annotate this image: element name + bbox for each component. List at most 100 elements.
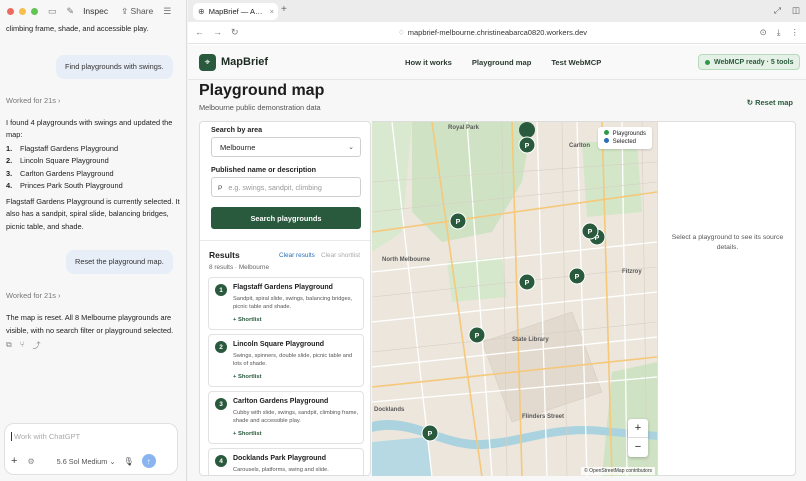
page-title: Playground map bbox=[199, 82, 325, 99]
panel-icon[interactable]: ☰ bbox=[163, 6, 171, 17]
composer-input[interactable]: Work with ChatGPT bbox=[11, 432, 80, 441]
divider bbox=[200, 240, 370, 241]
chevron-down-icon: ⌄ bbox=[348, 144, 354, 151]
mapbrief-logo-icon[interactable]: ⌖ bbox=[199, 54, 216, 71]
result-number: 4 bbox=[215, 455, 227, 467]
brand-name[interactable]: MapBrief bbox=[221, 56, 268, 68]
clear-shortlist-button[interactable]: Clear shortlist bbox=[321, 252, 360, 259]
area-select[interactable]: Melbourne ⌄ bbox=[211, 137, 361, 157]
assistant-message: I found 4 playgrounds with swings and up… bbox=[6, 117, 173, 140]
worked-for-indicator[interactable]: Worked for 21s › bbox=[6, 291, 181, 300]
download-icon[interactable]: ⤓ bbox=[777, 27, 781, 38]
zoom-in-button[interactable]: + bbox=[628, 419, 648, 438]
nav-playground-map[interactable]: Playground map bbox=[472, 58, 532, 67]
chat-transcript[interactable]: climbing frame, shade, and accessible pl… bbox=[0, 22, 187, 420]
add-attachment-icon[interactable]: + bbox=[11, 455, 17, 467]
chat-composer: Work with ChatGPT + ⚙ 5.6 Sol Medium ⌄ 🎙… bbox=[4, 423, 178, 475]
message-actions: ⧉ ⑂ ⤴ bbox=[6, 340, 181, 351]
browser-tab[interactable]: ⊕ MapBrief — A… × bbox=[193, 3, 278, 20]
copy-icon[interactable]: ⧉ bbox=[6, 340, 12, 351]
list-item-number: 2. bbox=[6, 156, 13, 165]
found-playground-list: 1. Flagstaff Gardens Playground 2. Lincoln… bbox=[6, 143, 181, 193]
playground-map[interactable]: Royal Park Carlton North Melbourne Fitzr… bbox=[372, 121, 657, 476]
description-search-input[interactable]: Pe.g. swings, sandpit, climbing bbox=[211, 177, 361, 197]
description-label: Published name or description bbox=[211, 165, 317, 174]
result-number: 2 bbox=[215, 341, 227, 353]
reset-map-button[interactable]: ↻ Reset map bbox=[747, 98, 793, 107]
shortlist-button[interactable]: + Shortlist bbox=[233, 374, 262, 380]
site-info-icon[interactable]: ♢ bbox=[398, 28, 405, 37]
list-item-number: 3. bbox=[6, 168, 13, 178]
browser-window: ⊕ MapBrief — A… × + ⤢ ◫ ← → ↻ ♢ mapbrief-… bbox=[188, 0, 806, 481]
playground-marker[interactable]: P bbox=[518, 273, 536, 291]
list-item: 4. Princes Park South Playground bbox=[6, 180, 181, 193]
url-field[interactable]: ♢ mapbrief-melbourne.christineabarca0820.… bbox=[398, 28, 587, 37]
user-message: Find playgrounds with swings. bbox=[56, 54, 173, 79]
fullscreen-icon[interactable]: ⤢ bbox=[774, 5, 781, 16]
send-button[interactable]: ↑ bbox=[141, 454, 156, 468]
sidebar-toggle-icon[interactable]: ▭ bbox=[48, 6, 57, 17]
microphone-icon[interactable]: 🎙 bbox=[123, 457, 133, 466]
marker-layer: P P P P P P P P bbox=[421, 122, 606, 442]
minimize-window-button[interactable] bbox=[19, 7, 26, 15]
more-menu-icon[interactable]: ⋮ bbox=[791, 27, 800, 38]
zoom-out-button[interactable]: − bbox=[628, 438, 648, 457]
browser-tab-title: MapBrief — A… bbox=[208, 7, 263, 16]
svg-text:P: P bbox=[428, 431, 433, 438]
split-view-icon[interactable]: ◫ bbox=[792, 5, 800, 16]
nav-test-webmcp[interactable]: Test WebMCP bbox=[551, 58, 601, 67]
branch-icon[interactable]: ⑂ bbox=[20, 340, 25, 351]
worked-for-indicator[interactable]: Worked for 21s › bbox=[6, 96, 181, 105]
address-bar-actions: ⊙ ⤓ ⋮ bbox=[760, 27, 799, 38]
list-item-label: Carlton Gardens Playground bbox=[20, 168, 114, 178]
list-item-label: Lincoln Square Playground bbox=[20, 156, 109, 165]
result-name: Lincoln Square Playground bbox=[233, 341, 325, 348]
result-card[interactable]: 2 Lincoln Square Playground Swings, spin… bbox=[208, 334, 364, 387]
details-empty-message: Select a playground to see its source de… bbox=[671, 234, 784, 251]
svg-text:P: P bbox=[475, 333, 480, 340]
site-header: ⌖ MapBrief How it works Playground map T… bbox=[188, 45, 806, 80]
shortlist-button[interactable]: + Shortlist bbox=[233, 431, 262, 437]
result-number: 1 bbox=[215, 284, 227, 296]
back-icon[interactable]: ← bbox=[195, 27, 204, 38]
assistant-message-fragment: climbing frame, shade, and accessible pl… bbox=[6, 24, 149, 33]
new-chat-icon[interactable]: ✎ bbox=[67, 6, 75, 17]
reload-icon[interactable]: ↻ bbox=[231, 27, 239, 38]
maximize-window-button[interactable] bbox=[31, 7, 38, 15]
playground-marker[interactable]: P bbox=[449, 212, 467, 230]
playground-marker[interactable]: P bbox=[568, 267, 586, 285]
result-card[interactable]: 1 Flagstaff Gardens Playground Sandpit, … bbox=[208, 277, 364, 330]
playground-marker[interactable]: P bbox=[518, 122, 536, 154]
map-attribution[interactable]: © OpenStreetMap contributors bbox=[581, 467, 655, 475]
extension-icon[interactable]: ⊙ bbox=[760, 27, 767, 38]
list-item-label: Princes Park South Playground bbox=[20, 181, 123, 190]
shortlist-button[interactable]: + Shortlist bbox=[233, 317, 262, 323]
model-selector[interactable]: 5.6 Sol Medium ⌄ bbox=[57, 457, 116, 466]
chat-pane: ▭ ✎ Inspec ⇪ Share ☰ climbing frame, sha… bbox=[0, 0, 187, 481]
result-description: Cubby with slide, swings, sandpit, climb… bbox=[233, 410, 359, 424]
user-message: Reset the playground map. bbox=[66, 250, 173, 274]
search-playgrounds-button[interactable]: Search playgrounds bbox=[211, 207, 361, 229]
close-tab-icon[interactable]: × bbox=[270, 7, 274, 16]
share-button[interactable]: ⇪ Share bbox=[121, 6, 153, 17]
result-card[interactable]: 3 Carlton Gardens Playground Cubby with … bbox=[208, 391, 364, 444]
tools-icon[interactable]: ⚙ bbox=[27, 457, 34, 466]
assistant-message: Flagstaff Gardens Playground is currentl… bbox=[6, 196, 180, 231]
new-tab-button[interactable]: + bbox=[281, 4, 287, 15]
chat-tab-title[interactable]: Inspec bbox=[83, 6, 109, 16]
clear-results-button[interactable]: Clear results bbox=[279, 252, 315, 259]
legend-dot-icon bbox=[603, 138, 609, 143]
map-legend: Playgrounds Selected bbox=[597, 127, 652, 149]
share-icon[interactable]: ⤴ bbox=[33, 340, 41, 351]
list-item-number: 4. bbox=[6, 181, 13, 190]
playground-marker[interactable]: P bbox=[581, 222, 599, 240]
playground-marker[interactable]: P bbox=[468, 326, 486, 344]
nav-how-it-works[interactable]: How it works bbox=[405, 58, 452, 67]
close-window-button[interactable] bbox=[7, 7, 14, 15]
playground-marker[interactable]: P bbox=[421, 424, 439, 442]
result-card[interactable]: 4 Docklands Park Playground Carousels, p… bbox=[208, 448, 364, 475]
result-name: Flagstaff Gardens Playground bbox=[233, 284, 333, 291]
chat-toolbar: ▭ ✎ Inspec ⇪ Share ☰ bbox=[0, 0, 187, 22]
result-number: 3 bbox=[215, 398, 227, 410]
forward-icon[interactable]: → bbox=[213, 27, 222, 38]
